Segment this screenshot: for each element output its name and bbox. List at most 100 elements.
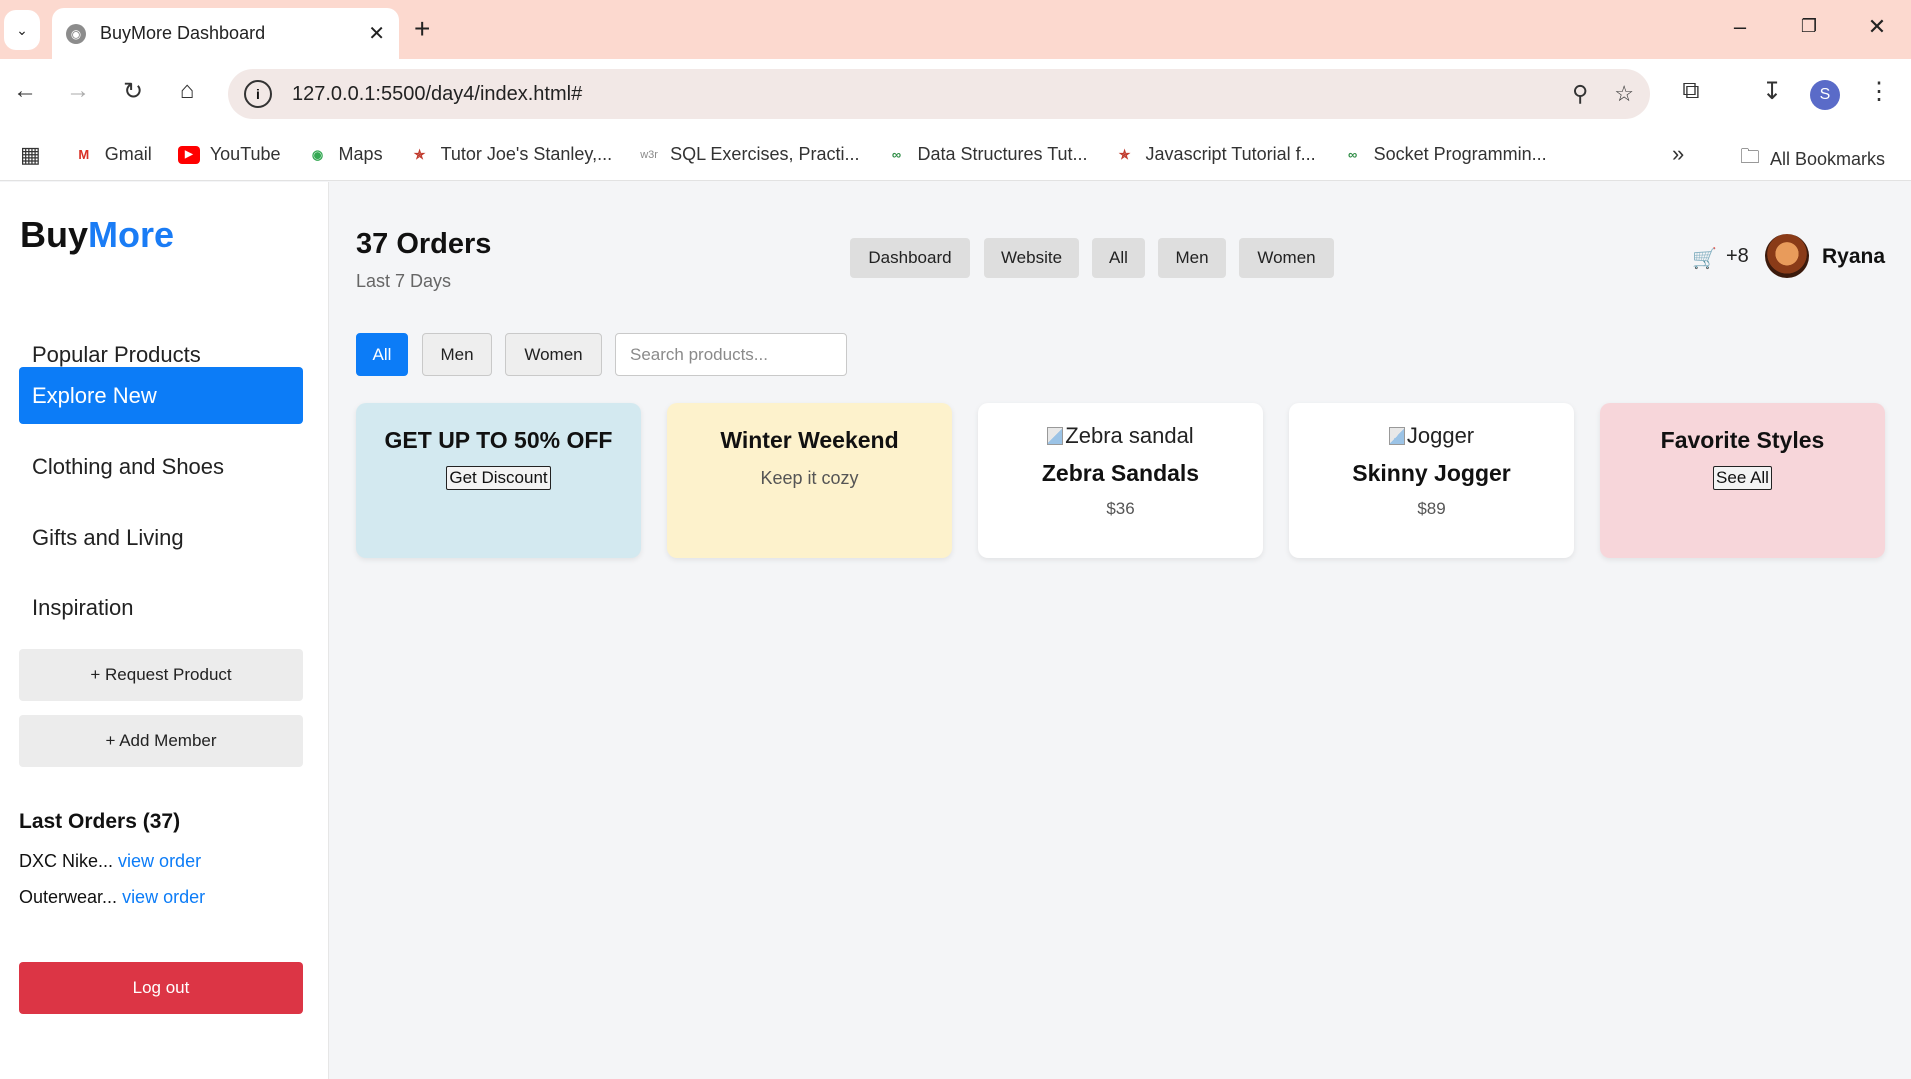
new-tab-icon[interactable]: +	[414, 14, 430, 44]
bookmark-gmail[interactable]: M Gmail	[73, 144, 152, 165]
site-info-icon[interactable]: i	[244, 80, 272, 108]
nav-men[interactable]: Men	[1158, 238, 1226, 278]
bookmark-sql[interactable]: w3r SQL Exercises, Practi...	[638, 144, 859, 165]
logout-button[interactable]: Log out	[19, 962, 303, 1014]
nav-website[interactable]: Website	[984, 238, 1079, 278]
bookmark-label: Javascript Tutorial f...	[1145, 144, 1316, 164]
folder-icon: 🗀	[1740, 146, 1760, 168]
product-price: $36	[1106, 499, 1135, 518]
all-bookmarks[interactable]: 🗀 All Bookmarks	[1740, 142, 1885, 176]
restore-icon[interactable]: ❐	[1794, 16, 1824, 37]
nav-dashboard[interactable]: Dashboard	[850, 238, 970, 278]
forward-icon[interactable]: →	[61, 77, 95, 105]
image-alt-text: Jogger	[1406, 423, 1475, 448]
extensions-icon[interactable]: ⧉	[1674, 77, 1708, 105]
bookmark-socket[interactable]: ∞ Socket Programmin...	[1342, 144, 1547, 165]
minimize-icon[interactable]: –	[1725, 14, 1755, 40]
w3r-icon: w3r	[640, 148, 658, 161]
bookmark-javascript[interactable]: ✯ Javascript Tutorial f...	[1114, 144, 1316, 165]
bookmark-maps[interactable]: ◉ Maps	[307, 144, 383, 165]
broken-image-icon	[1047, 427, 1064, 445]
user-name[interactable]: Ryana	[1822, 245, 1885, 269]
image-alt-text: Zebra sandal	[1065, 423, 1194, 448]
address-bar[interactable]: i 127.0.0.1:5500/day4/index.html# ⚲ ☆	[228, 69, 1650, 119]
get-discount-button[interactable]: Get Discount	[446, 466, 551, 490]
browser-tab[interactable]: ◉ BuyMore Dashboard ✕	[52, 8, 399, 59]
more-bookmarks-icon[interactable]: »	[1672, 141, 1684, 167]
view-order-link[interactable]: view order	[122, 887, 205, 907]
home-icon[interactable]: ⌂	[170, 77, 204, 105]
promo-card: GET UP TO 50% OFF Get Discount	[356, 403, 641, 558]
bookmark-tutorjoes[interactable]: ✯ Tutor Joe's Stanley,...	[409, 144, 612, 165]
brand-buy: Buy	[20, 214, 89, 255]
back-icon[interactable]: ←	[8, 77, 42, 105]
product-image: Jogger	[1388, 423, 1475, 449]
maps-icon: ◉	[311, 146, 324, 162]
sidebar-item-inspiration[interactable]: Inspiration	[19, 579, 303, 636]
gfg-icon: ∞	[891, 147, 902, 162]
user-avatar[interactable]	[1765, 234, 1809, 278]
favorite-styles-card: Favorite Styles See All	[1600, 403, 1885, 558]
cart-icon[interactable]: 🛒	[1692, 246, 1717, 271]
tutorjoes-icon: ✯	[1119, 146, 1130, 162]
page-title: 37 Orders	[356, 228, 492, 260]
add-member-button[interactable]: + Add Member	[19, 715, 303, 767]
globe-icon: ◉	[66, 23, 86, 44]
product-name: Zebra Sandals	[1041, 460, 1200, 486]
product-card[interactable]: Zebra sandal Zebra Sandals $36	[978, 403, 1263, 558]
filter-all-button[interactable]: All	[356, 333, 408, 376]
product-name: Skinny Jogger	[1352, 460, 1511, 486]
filter-women-button[interactable]: Women	[505, 333, 602, 376]
order-item: Outerwear... view order	[19, 887, 205, 908]
filter-men-button[interactable]: Men	[422, 333, 492, 376]
sidebar-item-explore-new[interactable]: Explore New	[19, 367, 303, 424]
winter-subtitle: Keep it cozy	[760, 468, 859, 488]
reload-icon[interactable]: ↻	[116, 77, 150, 106]
bookmark-youtube[interactable]: ▶ YouTube	[177, 144, 281, 165]
close-tab-icon[interactable]: ✕	[368, 21, 385, 46]
nav-all[interactable]: All	[1092, 238, 1145, 278]
url-text[interactable]: 127.0.0.1:5500/day4/index.html#	[292, 83, 1546, 106]
product-card[interactable]: Jogger Skinny Jogger $89	[1289, 403, 1574, 558]
nav-women[interactable]: Women	[1239, 238, 1334, 278]
menu-kebab-icon[interactable]: ⋮	[1862, 77, 1896, 106]
bookmark-label: Socket Programmin...	[1373, 144, 1547, 164]
page-subtitle: Last 7 Days	[356, 271, 452, 291]
tab-search-chevron-icon[interactable]: ⌄	[4, 10, 40, 50]
close-window-icon[interactable]: ✕	[1862, 14, 1892, 40]
view-order-link[interactable]: view order	[118, 851, 201, 871]
bookmark-star-icon[interactable]: ☆	[1614, 81, 1634, 107]
request-product-button[interactable]: + Request Product	[19, 649, 303, 701]
browser-tabbar: ⌄ ◉ BuyMore Dashboard ✕ + – ❐ ✕	[0, 0, 1911, 59]
order-item: DXC Nike... view order	[19, 851, 201, 872]
browser-navbar: ← → ↻ ⌂ i 127.0.0.1:5500/day4/index.html…	[0, 59, 1911, 129]
gfg-icon: ∞	[1347, 147, 1358, 162]
cart-count: +8	[1726, 245, 1749, 267]
winter-weekend-card[interactable]: Winter Weekend Keep it cozy	[667, 403, 952, 558]
bookmark-label: SQL Exercises, Practi...	[670, 144, 860, 164]
youtube-icon: ▶	[177, 145, 200, 164]
product-price: $89	[1417, 499, 1446, 518]
tutorjoes-icon: ✯	[414, 146, 426, 162]
brand-logo[interactable]: BuyMore	[20, 214, 174, 256]
zoom-icon[interactable]: ⚲	[1572, 81, 1588, 107]
gmail-icon: M	[78, 147, 90, 162]
profile-avatar[interactable]: S	[1810, 80, 1840, 110]
all-bookmarks-label: All Bookmarks	[1770, 148, 1886, 169]
sidebar-item-gifts-and-living[interactable]: Gifts and Living	[19, 509, 303, 566]
see-all-button[interactable]: See All	[1713, 466, 1772, 490]
sidebar-item-clothing-and-shoes[interactable]: Clothing and Shoes	[19, 438, 303, 495]
apps-grid-icon[interactable]: ▦	[20, 142, 41, 168]
favorite-title: Favorite Styles	[1660, 427, 1825, 453]
bookmark-label: Gmail	[104, 144, 152, 164]
bookmark-label: Maps	[338, 144, 383, 164]
search-input[interactable]	[615, 333, 847, 376]
download-icon[interactable]: ↧	[1755, 77, 1789, 106]
order-name: Outerwear...	[19, 887, 118, 907]
product-image: Zebra sandal	[1047, 423, 1194, 449]
winter-title: Winter Weekend	[720, 427, 899, 453]
bookmarks-bar: ▦ M Gmail ▶ YouTube ◉ Maps ✯ Tutor Joe's…	[0, 129, 1911, 181]
promo-title: GET UP TO 50% OFF	[384, 427, 613, 453]
last-orders-title: Last Orders (37)	[19, 810, 181, 833]
bookmark-data-structures[interactable]: ∞ Data Structures Tut...	[885, 144, 1088, 165]
